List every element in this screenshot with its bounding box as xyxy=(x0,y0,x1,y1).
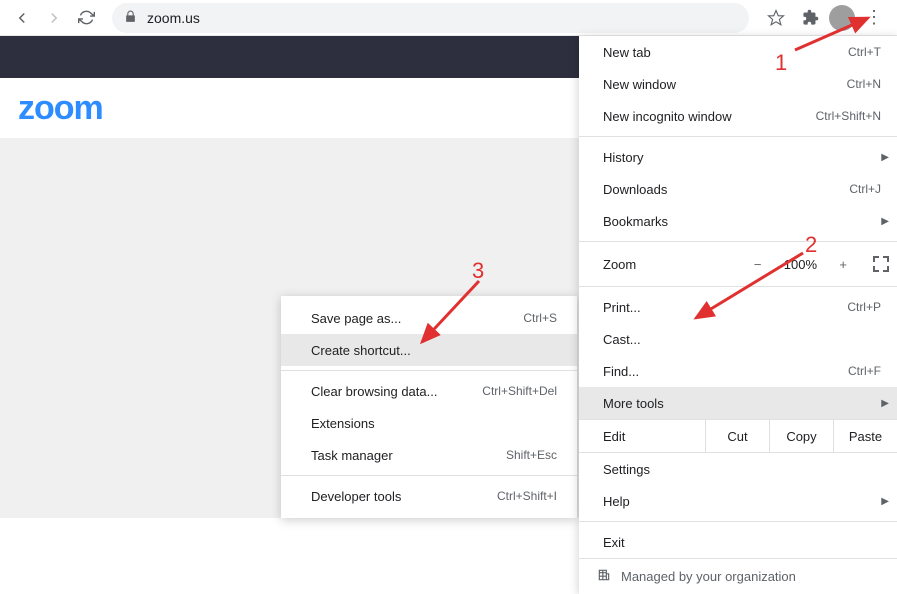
menu-separator xyxy=(579,521,897,522)
menu-item-label: Print... xyxy=(603,300,847,315)
menu-item-label: History xyxy=(603,150,889,165)
menu-incognito[interactable]: New incognito window Ctrl+Shift+N xyxy=(579,100,897,132)
chrome-main-menu: New tab Ctrl+T New window Ctrl+N New inc… xyxy=(579,36,897,594)
fullscreen-icon[interactable] xyxy=(873,256,889,272)
browser-toolbar: zoom.us ⋮ xyxy=(0,0,897,36)
submenu-label: Save page as... xyxy=(311,311,523,326)
menu-separator xyxy=(579,286,897,287)
menu-shortcut: Ctrl+N xyxy=(847,77,889,91)
menu-item-label: Settings xyxy=(603,462,889,477)
managed-by-org[interactable]: Managed by your organization xyxy=(579,558,897,594)
menu-shortcut: Ctrl+Shift+N xyxy=(816,109,889,123)
submenu-label: Developer tools xyxy=(311,489,497,504)
zoom-label: Zoom xyxy=(603,257,750,272)
forward-button[interactable] xyxy=(40,4,68,32)
zoom-out-button[interactable]: − xyxy=(750,257,766,272)
chevron-right-icon: ▶ xyxy=(881,216,889,227)
menu-cast[interactable]: Cast... xyxy=(579,323,897,355)
more-tools-submenu: Save page as... Ctrl+S Create shortcut..… xyxy=(281,296,577,518)
menu-item-label: Downloads xyxy=(603,182,849,197)
submenu-save-page[interactable]: Save page as... Ctrl+S xyxy=(281,302,577,334)
menu-edit-row: Edit Cut Copy Paste xyxy=(579,419,897,453)
menu-item-label: New window xyxy=(603,77,847,92)
managed-label: Managed by your organization xyxy=(621,569,796,584)
building-icon xyxy=(597,568,611,585)
submenu-separator xyxy=(281,475,577,476)
menu-separator xyxy=(579,136,897,137)
submenu-shortcut: Ctrl+Shift+Del xyxy=(482,384,557,398)
menu-new-tab[interactable]: New tab Ctrl+T xyxy=(579,36,897,68)
chrome-menu-button[interactable]: ⋮ xyxy=(859,3,889,33)
lock-icon xyxy=(124,10,137,26)
submenu-label: Create shortcut... xyxy=(311,343,557,358)
menu-item-label: Bookmarks xyxy=(603,214,889,229)
zoom-controls: − 100% + xyxy=(750,256,889,272)
back-button[interactable] xyxy=(8,4,36,32)
menu-zoom-row: Zoom − 100% + xyxy=(579,246,897,282)
menu-bookmarks[interactable]: Bookmarks ▶ xyxy=(579,205,897,237)
paste-button[interactable]: Paste xyxy=(833,420,897,452)
chevron-right-icon: ▶ xyxy=(881,496,889,507)
zoom-value: 100% xyxy=(779,257,821,272)
cut-button[interactable]: Cut xyxy=(705,420,769,452)
menu-shortcut: Ctrl+P xyxy=(847,300,889,314)
menu-settings[interactable]: Settings xyxy=(579,453,897,485)
address-bar[interactable]: zoom.us xyxy=(112,3,749,33)
zoom-logo: zoom xyxy=(18,89,103,128)
menu-item-label: Find... xyxy=(603,364,848,379)
edit-label: Edit xyxy=(603,429,705,444)
submenu-label: Task manager xyxy=(311,448,506,463)
menu-find[interactable]: Find... Ctrl+F xyxy=(579,355,897,387)
extensions-icon[interactable] xyxy=(795,3,825,33)
star-icon[interactable] xyxy=(761,3,791,33)
menu-item-label: Exit xyxy=(603,535,889,550)
menu-shortcut: Ctrl+J xyxy=(849,182,889,196)
menu-more-tools[interactable]: More tools ▶ xyxy=(579,387,897,419)
menu-separator xyxy=(579,241,897,242)
copy-button[interactable]: Copy xyxy=(769,420,833,452)
submenu-label: Extensions xyxy=(311,416,557,431)
menu-downloads[interactable]: Downloads Ctrl+J xyxy=(579,173,897,205)
submenu-shortcut: Ctrl+Shift+I xyxy=(497,489,557,503)
submenu-extensions[interactable]: Extensions xyxy=(281,407,577,439)
chevron-right-icon: ▶ xyxy=(881,398,889,409)
menu-shortcut: Ctrl+T xyxy=(848,45,889,59)
submenu-create-shortcut[interactable]: Create shortcut... xyxy=(281,334,577,366)
menu-new-window[interactable]: New window Ctrl+N xyxy=(579,68,897,100)
menu-shortcut: Ctrl+F xyxy=(848,364,889,378)
submenu-shortcut: Ctrl+S xyxy=(523,311,557,325)
submenu-dev-tools[interactable]: Developer tools Ctrl+Shift+I xyxy=(281,480,577,512)
menu-print[interactable]: Print... Ctrl+P xyxy=(579,291,897,323)
menu-history[interactable]: History ▶ xyxy=(579,141,897,173)
reload-button[interactable] xyxy=(72,4,100,32)
submenu-separator xyxy=(281,370,577,371)
menu-item-label: Cast... xyxy=(603,332,889,347)
submenu-label: Clear browsing data... xyxy=(311,384,482,399)
submenu-shortcut: Shift+Esc xyxy=(506,448,557,462)
zoom-in-button[interactable]: + xyxy=(835,257,851,272)
profile-avatar[interactable] xyxy=(829,5,855,31)
submenu-task-manager[interactable]: Task manager Shift+Esc xyxy=(281,439,577,471)
menu-exit[interactable]: Exit xyxy=(579,526,897,558)
menu-item-label: New incognito window xyxy=(603,109,816,124)
menu-item-label: New tab xyxy=(603,45,848,60)
menu-item-label: More tools xyxy=(603,396,889,411)
menu-help[interactable]: Help ▶ xyxy=(579,485,897,517)
menu-item-label: Help xyxy=(603,494,889,509)
submenu-clear-data[interactable]: Clear browsing data... Ctrl+Shift+Del xyxy=(281,375,577,407)
chevron-right-icon: ▶ xyxy=(881,152,889,163)
url-text: zoom.us xyxy=(147,10,200,26)
